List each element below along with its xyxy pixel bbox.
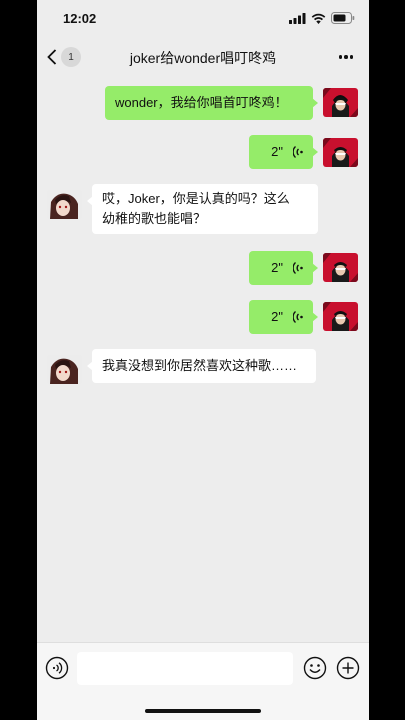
- chevron-left-icon: [47, 49, 57, 65]
- voice-wave-icon: [293, 145, 303, 159]
- wifi-icon: [311, 13, 326, 24]
- voice-duration: 2": [271, 144, 283, 159]
- joker-avatar-icon: [323, 138, 358, 167]
- my-avatar[interactable]: [323, 88, 358, 117]
- my-avatar[interactable]: [323, 302, 358, 331]
- chat-header: 1 joker给wonder唱叮咚鸡: [37, 38, 369, 76]
- more-options-button[interactable]: [337, 48, 355, 66]
- message-bubble-sent[interactable]: wonder，我给你唱首叮咚鸡！: [105, 86, 318, 120]
- unread-badge: 1: [61, 47, 81, 67]
- chat-title: joker给wonder唱叮咚鸡: [129, 50, 277, 66]
- voice-wave-icon: [293, 310, 303, 324]
- voice-duration: 2": [271, 260, 283, 275]
- message-input[interactable]: [77, 652, 293, 685]
- back-button[interactable]: 1: [47, 46, 87, 68]
- message-bubble-received[interactable]: 我真没想到你居然喜欢这种歌……: [87, 349, 316, 383]
- joker-avatar-icon: [323, 253, 358, 282]
- plus-icon[interactable]: [336, 656, 360, 680]
- message-text-line: 哎，Joker，你是认真的吗？这么: [102, 191, 290, 206]
- phone-screen: 12:02 1 joker给wonder唱叮咚鸡 wonder，我给你唱首叮咚鸡…: [37, 0, 369, 720]
- voice-duration: 2": [271, 309, 283, 324]
- emoji-icon[interactable]: [303, 656, 327, 680]
- signal-icon: [289, 12, 306, 24]
- joker-avatar-icon: [323, 88, 358, 117]
- message-bubble-received[interactable]: 哎，Joker，你是认真的吗？这么 幼稚的歌也能唱？: [87, 184, 318, 234]
- contact-avatar[interactable]: [47, 355, 82, 384]
- status-bar: 12:02: [37, 0, 369, 38]
- voice-message-sent[interactable]: 2": [249, 251, 318, 285]
- more-dot-icon: [338, 55, 343, 59]
- contact-avatar[interactable]: [47, 190, 82, 219]
- joker-avatar-icon: [323, 302, 358, 331]
- more-dot-icon: [349, 55, 354, 59]
- voice-wave-icon: [293, 261, 303, 275]
- wonder-avatar-icon: [47, 355, 82, 384]
- message-text: 我真没想到你居然喜欢这种歌……: [102, 358, 298, 373]
- status-time: 12:02: [63, 11, 97, 26]
- battery-icon: [331, 12, 355, 24]
- voice-input-icon[interactable]: [45, 656, 69, 680]
- more-dot-icon: [344, 55, 348, 59]
- message-text-line: 幼稚的歌也能唱？: [102, 211, 207, 226]
- status-icons: [289, 11, 355, 25]
- voice-message-sent[interactable]: 2": [249, 135, 318, 169]
- my-avatar[interactable]: [323, 138, 358, 167]
- my-avatar[interactable]: [323, 253, 358, 282]
- wonder-avatar-icon: [47, 190, 82, 219]
- voice-message-sent[interactable]: 2": [249, 300, 318, 334]
- home-indicator[interactable]: [145, 709, 261, 713]
- message-text: wonder，我给你唱首叮咚鸡！: [115, 95, 288, 110]
